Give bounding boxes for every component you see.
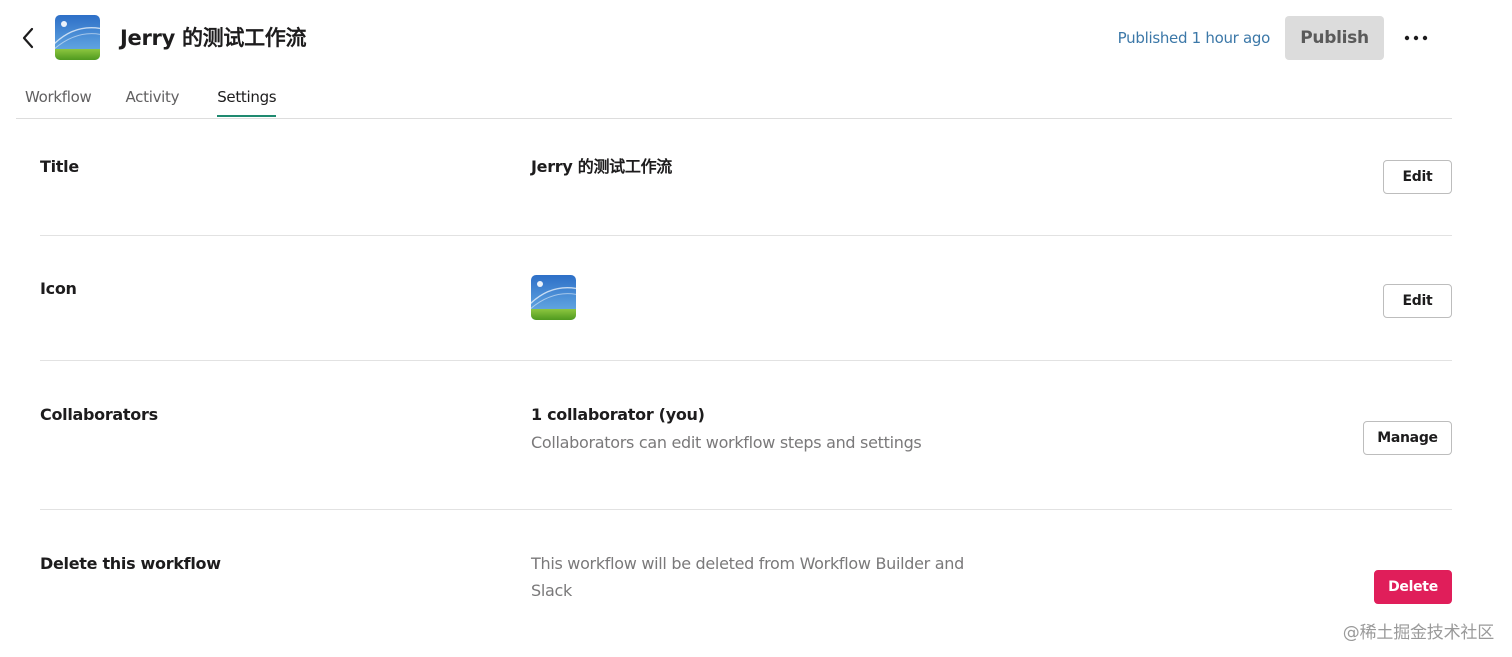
edit-title-button[interactable]: Edit [1383, 160, 1452, 194]
tab-bar: Workflow Activity Settings [25, 84, 277, 117]
title-value: Jerry 的测试工作流 [531, 157, 672, 176]
publish-button[interactable]: Publish [1285, 16, 1384, 60]
manage-collaborators-button[interactable]: Manage [1363, 421, 1452, 455]
collaborators-description: Collaborators can edit workflow steps an… [531, 433, 922, 452]
settings-row-icon: Icon Edit [40, 275, 1452, 360]
workflow-icon-preview [531, 275, 576, 320]
tab-workflow[interactable]: Workflow [25, 84, 92, 116]
workflow-settings-page: Jerry 的测试工作流 Published 1 hour ago Publis… [0, 0, 1512, 657]
delete-workflow-button[interactable]: Delete [1374, 570, 1452, 604]
collaborators-label: Collaborators [40, 405, 158, 424]
tab-divider [16, 118, 1452, 119]
icon-label: Icon [40, 279, 77, 298]
more-options-button[interactable] [1396, 24, 1436, 52]
collaborator-count: 1 collaborator (you) [531, 405, 705, 424]
tab-activity[interactable]: Activity [125, 84, 179, 116]
delete-description-line-1: This workflow will be deleted from Workf… [531, 554, 964, 573]
chevron-left-icon [22, 27, 34, 49]
workflow-title: Jerry 的测试工作流 [120, 26, 307, 50]
title-label: Title [40, 157, 79, 176]
row-divider [40, 360, 1452, 361]
published-status[interactable]: Published 1 hour ago [1118, 24, 1271, 52]
row-divider [40, 509, 1452, 510]
row-divider [40, 235, 1452, 236]
watermark: @稀土掘金技术社区 [1342, 623, 1494, 643]
edit-icon-button[interactable]: Edit [1383, 284, 1452, 318]
settings-row-delete: Delete this workflow This workflow will … [40, 550, 1452, 640]
back-button[interactable] [14, 22, 42, 54]
workflow-icon [55, 15, 100, 60]
delete-workflow-label: Delete this workflow [40, 554, 221, 573]
settings-row-title: Title Jerry 的测试工作流 Edit [40, 155, 1452, 235]
tab-settings[interactable]: Settings [217, 84, 277, 117]
settings-row-collaborators: Collaborators 1 collaborator (you) Colla… [40, 402, 1452, 510]
more-horizontal-icon [1404, 35, 1428, 41]
delete-description-line-2: Slack [531, 581, 572, 600]
